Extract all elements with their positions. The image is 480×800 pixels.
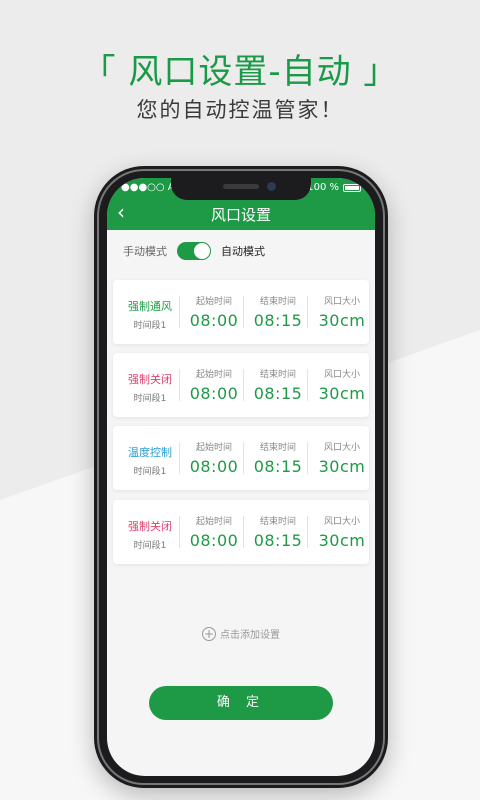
status-battery-text: 100 % — [307, 182, 339, 193]
end-time-column[interactable]: 结束时间 08:15 — [247, 514, 309, 550]
end-time-value: 08:15 — [253, 457, 303, 476]
mode-toggle[interactable] — [177, 242, 211, 260]
column-divider — [243, 296, 244, 328]
add-setting-button[interactable]: + 点击添加设置 — [107, 626, 375, 641]
start-time-value: 08:00 — [189, 457, 239, 476]
column-divider — [307, 296, 308, 328]
vent-size-label: 风口大小 — [323, 370, 360, 380]
column-divider — [307, 442, 308, 474]
setting-period: 时间段1 — [133, 467, 167, 477]
end-time-value: 08:15 — [253, 531, 303, 550]
column-divider — [179, 296, 180, 328]
vent-size-column[interactable]: 风口大小 30cm — [311, 514, 373, 550]
setting-type: 强制通风 — [128, 300, 172, 313]
vent-size-label: 风口大小 — [323, 443, 360, 453]
column-divider — [243, 369, 244, 401]
toggle-knob — [194, 243, 210, 259]
promo-subtitle: 您的自动控温管家！ — [136, 98, 344, 122]
column-divider — [307, 516, 308, 548]
start-time-column[interactable]: 起始时间 08:00 — [183, 514, 245, 550]
mode-switch-row: 手动模式 自动模式 — [123, 240, 265, 262]
start-time-value: 08:00 — [189, 531, 239, 550]
confirm-button[interactable]: 确 定 — [149, 686, 333, 720]
setting-period: 时间段1 — [133, 541, 167, 551]
column-divider — [179, 369, 180, 401]
vent-size-column[interactable]: 风口大小 30cm — [311, 367, 373, 403]
start-time-value: 08:00 — [189, 311, 239, 330]
setting-period: 时间段1 — [133, 321, 167, 331]
promo-title: 「 风口设置-自动 」 — [81, 52, 399, 92]
start-time-column[interactable]: 起始时间 08:00 — [183, 294, 245, 330]
setting-card[interactable]: 强制通风时间段1 起始时间 08:00 结束时间 08:15 风口大小 30cm — [113, 280, 369, 344]
page-title: 风口设置 — [210, 206, 271, 224]
setting-type: 强制关闭 — [128, 520, 172, 533]
end-time-label: 结束时间 — [259, 443, 296, 453]
vent-size-value: 30cm — [318, 384, 366, 403]
setting-period: 时间段1 — [133, 394, 167, 404]
auto-mode-label: 自动模式 — [221, 245, 265, 258]
column-divider — [243, 516, 244, 548]
vent-size-value: 30cm — [318, 311, 366, 330]
vent-size-value: 30cm — [318, 457, 366, 476]
column-divider — [179, 516, 180, 548]
start-time-value: 08:00 — [189, 384, 239, 403]
end-time-value: 08:15 — [253, 384, 303, 403]
vent-size-label: 风口大小 — [323, 517, 360, 527]
start-time-label: 起始时间 — [195, 517, 232, 527]
setting-card[interactable]: 强制关闭时间段1 起始时间 08:00 结束时间 08:15 风口大小 30cm — [113, 353, 369, 417]
add-setting-label: 点击添加设置 — [220, 630, 280, 641]
status-battery-group: 100 % — [307, 182, 361, 193]
end-time-value: 08:15 — [253, 311, 303, 330]
column-divider — [179, 442, 180, 474]
setting-type: 温度控制 — [128, 446, 172, 459]
end-time-label: 结束时间 — [259, 517, 296, 527]
end-time-column[interactable]: 结束时间 08:15 — [247, 294, 309, 330]
column-divider — [243, 442, 244, 474]
start-time-label: 起始时间 — [195, 297, 232, 307]
start-time-label: 起始时间 — [195, 370, 232, 380]
phone-notch — [171, 178, 311, 200]
camera-icon — [267, 182, 276, 191]
end-time-label: 结束时间 — [259, 370, 296, 380]
speaker-grille — [223, 184, 259, 189]
start-time-column[interactable]: 起始时间 08:00 — [183, 440, 245, 476]
end-time-label: 结束时间 — [259, 297, 296, 307]
vent-size-column[interactable]: 风口大小 30cm — [311, 294, 373, 330]
end-time-column[interactable]: 结束时间 08:15 — [247, 367, 309, 403]
start-time-column[interactable]: 起始时间 08:00 — [183, 367, 245, 403]
setting-card[interactable]: 强制关闭时间段1 起始时间 08:00 结束时间 08:15 风口大小 30cm — [113, 500, 369, 564]
start-time-label: 起始时间 — [195, 443, 232, 453]
end-time-column[interactable]: 结束时间 08:15 — [247, 440, 309, 476]
setting-card[interactable]: 温度控制时间段1 起始时间 08:00 结束时间 08:15 风口大小 30cm — [113, 426, 369, 490]
manual-mode-label: 手动模式 — [123, 245, 167, 258]
setting-type: 强制关闭 — [128, 373, 172, 386]
vent-size-label: 风口大小 — [323, 297, 360, 307]
battery-icon — [343, 183, 361, 192]
vent-size-value: 30cm — [318, 531, 366, 550]
plus-circle-icon: + — [202, 626, 216, 641]
phone-screen: ●●●○○ Apple 100 % ‹ 风口设置 手动模式 自动模式 强制通风时… — [107, 178, 375, 776]
phone-frame: ●●●○○ Apple 100 % ‹ 风口设置 手动模式 自动模式 强制通风时… — [94, 166, 388, 788]
vent-size-column[interactable]: 风口大小 30cm — [311, 440, 373, 476]
column-divider — [307, 369, 308, 401]
